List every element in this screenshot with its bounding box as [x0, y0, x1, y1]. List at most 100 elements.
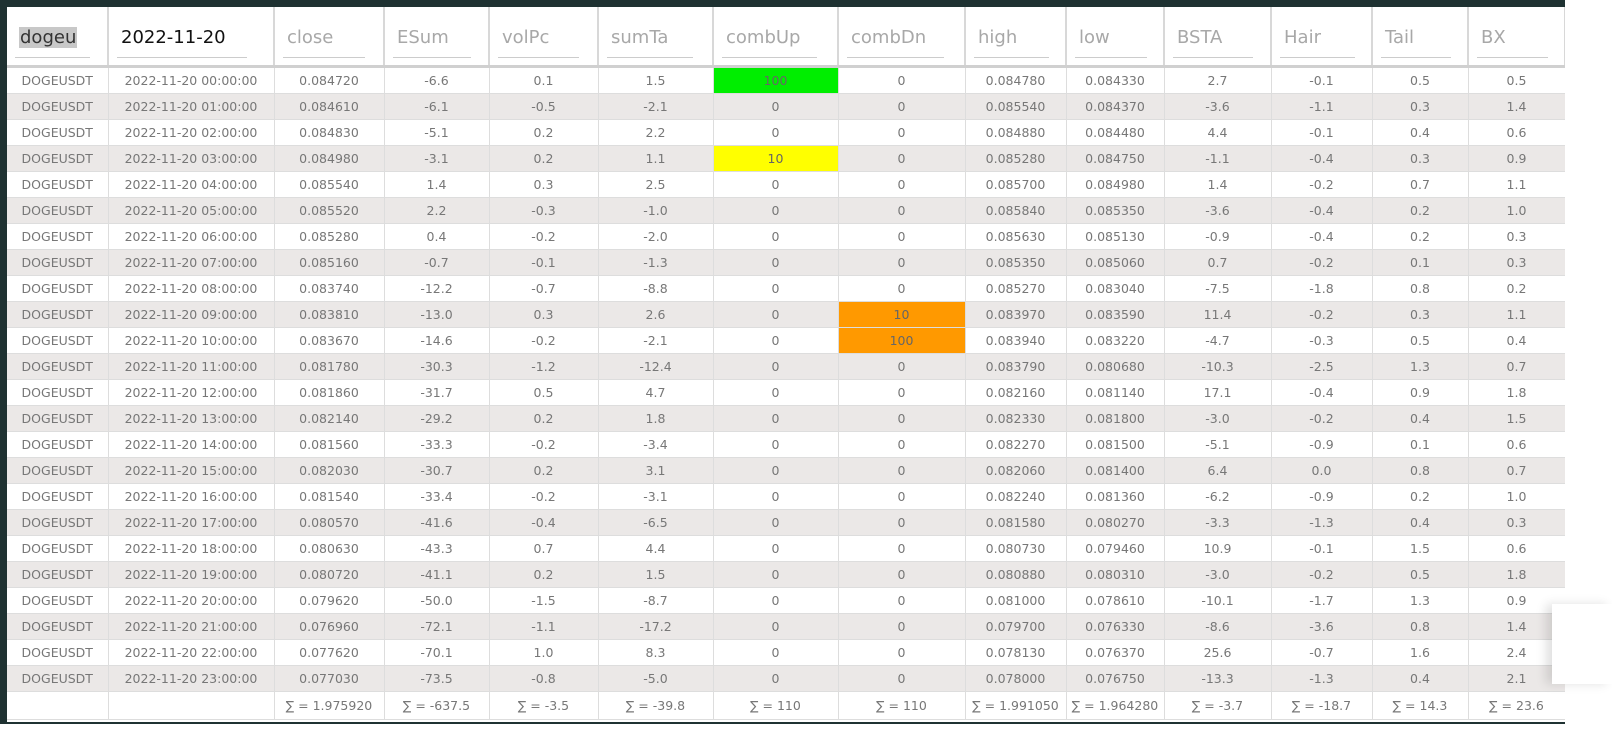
table-cell: -2.0 [598, 223, 714, 250]
table-row[interactable]: DOGEUSDT 2022-11-20 12:00:00 0.081860 -31.7… [7, 379, 1565, 406]
table-cell: 0.080270 [1066, 509, 1165, 536]
table-cell: 0 [713, 275, 839, 302]
table-row[interactable]: DOGEUSDT 2022-11-20 11:00:00 0.081780 -30.3… [7, 353, 1565, 380]
table-cell: 0.6 [1468, 119, 1565, 146]
table-cell: 0 [713, 457, 839, 484]
table-row[interactable]: DOGEUSDT 2022-11-20 03:00:00 0.084980 -3.1 0… [7, 145, 1565, 172]
table-cell: 0.082330 [965, 405, 1067, 432]
column-filter-close[interactable]: close [283, 21, 366, 58]
column-filter-esum[interactable]: ESum [393, 21, 471, 58]
column-header-high[interactable]: high [965, 7, 1067, 68]
column-filter-tail[interactable]: Tail [1381, 21, 1452, 58]
column-header-tail[interactable]: Tail [1372, 7, 1469, 68]
column-header-esum[interactable]: ESum [384, 7, 490, 68]
table-cell: 0.1 [489, 66, 599, 94]
table-cell: 0 [838, 223, 966, 250]
table-cell: 0.085540 [965, 93, 1067, 120]
table-cell: -31.7 [384, 379, 490, 406]
table-cell: 0.4 [384, 223, 490, 250]
table-cell: DOGEUSDT [7, 405, 109, 432]
table-cell: 0.7 [1468, 353, 1565, 380]
column-header-close[interactable]: close [274, 7, 385, 68]
table-row[interactable]: DOGEUSDT 2022-11-20 07:00:00 0.085160 -0.7-… [7, 249, 1565, 276]
table-row[interactable]: DOGEUSDT 2022-11-20 19:00:00 0.080720 -41.1… [7, 561, 1565, 588]
table-cell: 2022-11-20 01:00:00 [108, 93, 275, 120]
table-row[interactable]: DOGEUSDT 2022-11-20 18:00:00 0.080630 -43.3… [7, 535, 1565, 562]
table-cell: -10.3 [1164, 353, 1272, 380]
column-header-combdn[interactable]: combDn [838, 7, 966, 68]
column-filter-sumta[interactable]: sumTa [607, 21, 694, 58]
table-cell: 4.4 [598, 535, 714, 562]
table-cell: -4.7 [1164, 327, 1272, 354]
table-cell: 0.081400 [1066, 457, 1165, 484]
table-row[interactable]: DOGEUSDT 2022-11-20 23:00:00 0.077030 -73.5… [7, 665, 1565, 692]
table-cell: 0.080630 [274, 535, 385, 562]
column-filter-low[interactable]: low [1075, 21, 1147, 58]
table-cell: 2022-11-20 02:00:00 [108, 119, 275, 146]
column-header-combup[interactable]: combUp [713, 7, 839, 68]
table-row[interactable]: DOGEUSDT 2022-11-20 22:00:00 0.077620 -70.1… [7, 639, 1565, 666]
date-filter-input[interactable]: 2022-11-20 [108, 7, 275, 68]
table-cell: -0.4 [1271, 197, 1373, 224]
column-filter-combup[interactable]: combUp [722, 21, 817, 58]
data-grid-container: dogeu 2022-11-20 close ESum volPc sumTa comb… [7, 7, 1565, 722]
table-cell: 3.1 [598, 457, 714, 484]
column-header-hair[interactable]: Hair [1271, 7, 1373, 68]
table-row[interactable]: DOGEUSDT 2022-11-20 06:00:00 0.085280 0.4 -0… [7, 223, 1565, 250]
table-cell: 0.081500 [1066, 431, 1165, 458]
table-row[interactable]: DOGEUSDT 2022-11-20 10:00:00 0.083670 -14.6… [7, 327, 1565, 354]
table-row[interactable]: DOGEUSDT 2022-11-20 08:00:00 0.083740 -12.2… [7, 275, 1565, 302]
table-cell: 4.4 [1164, 119, 1272, 146]
table-row[interactable]: DOGEUSDT 2022-11-20 01:00:00 0.084610 -6.1-… [7, 93, 1565, 120]
table-cell: 0.079460 [1066, 535, 1165, 562]
symbol-filter-input[interactable]: dogeu [7, 7, 109, 68]
table-row[interactable]: DOGEUSDT 2022-11-20 13:00:00 0.082140 -29.2… [7, 405, 1565, 432]
table-row[interactable]: DOGEUSDT 2022-11-20 05:00:00 0.085520 2.2 -0… [7, 197, 1565, 224]
table-cell: 0.081860 [274, 379, 385, 406]
sum-cell: ∑ = -18.7 [1271, 691, 1373, 720]
table-cell: -6.5 [598, 509, 714, 536]
column-header-low[interactable]: low [1066, 7, 1165, 68]
column-filter-combdn[interactable]: combDn [847, 21, 944, 58]
table-row[interactable]: DOGEUSDT 2022-11-20 21:00:00 0.076960 -72.1… [7, 613, 1565, 640]
table-cell: 0 [838, 613, 966, 640]
table-cell: 0.085160 [274, 249, 385, 276]
column-filter-bx[interactable]: BX [1477, 21, 1549, 58]
table-cell: 0.076370 [1066, 639, 1165, 666]
table-row[interactable]: DOGEUSDT 2022-11-20 14:00:00 0.081560 -33.3… [7, 431, 1565, 458]
table-cell: -1.1 [489, 613, 599, 640]
table-cell: -8.6 [1164, 613, 1272, 640]
table-cell: DOGEUSDT [7, 171, 109, 198]
table-cell: 0 [838, 249, 966, 276]
column-filter-volpc[interactable]: volPc [498, 21, 580, 58]
column-filter-bsta[interactable]: BSTA [1173, 21, 1253, 58]
data-grid: dogeu 2022-11-20 close ESum volPc sumTa comb… [7, 7, 1565, 720]
table-cell: 10 [713, 145, 839, 172]
table-row[interactable]: DOGEUSDT 2022-11-20 17:00:00 0.080570 -41.6… [7, 509, 1565, 536]
table-row[interactable]: DOGEUSDT 2022-11-20 04:00:00 0.085540 1.4 0.… [7, 171, 1565, 198]
table-cell: 1.5 [1468, 405, 1565, 432]
table-cell: 100 [838, 327, 966, 354]
table-row[interactable]: DOGEUSDT 2022-11-20 20:00:00 0.079620 -50.0… [7, 587, 1565, 614]
column-header-bx[interactable]: BX [1468, 7, 1565, 68]
table-cell: 0 [838, 535, 966, 562]
table-cell: -33.3 [384, 431, 490, 458]
table-row[interactable]: DOGEUSDT 2022-11-20 09:00:00 0.083810 -13.0… [7, 301, 1565, 328]
column-header-sumta[interactable]: sumTa [598, 7, 714, 68]
table-cell: 2022-11-20 08:00:00 [108, 275, 275, 302]
table-cell: 0.082240 [965, 483, 1067, 510]
table-row[interactable]: DOGEUSDT 2022-11-20 16:00:00 0.081540 -33.4… [7, 483, 1565, 510]
column-filter-high[interactable]: high [974, 21, 1049, 58]
table-cell: 0 [838, 665, 966, 692]
table-row[interactable]: DOGEUSDT 2022-11-20 00:00:00 0.084720 -6.6 0… [7, 66, 1565, 94]
table-cell: 1.0 [489, 639, 599, 666]
table-cell: 0.079700 [965, 613, 1067, 640]
table-cell: 0.1 [1372, 249, 1469, 276]
column-header-volpc[interactable]: volPc [489, 7, 599, 68]
table-cell: 1.6 [1372, 639, 1469, 666]
table-cell: DOGEUSDT [7, 587, 109, 614]
table-row[interactable]: DOGEUSDT 2022-11-20 15:00:00 0.082030 -30.7… [7, 457, 1565, 484]
column-header-bsta[interactable]: BSTA [1164, 7, 1272, 68]
table-row[interactable]: DOGEUSDT 2022-11-20 02:00:00 0.084830 -5.1 0… [7, 119, 1565, 146]
column-filter-hair[interactable]: Hair [1280, 21, 1355, 58]
